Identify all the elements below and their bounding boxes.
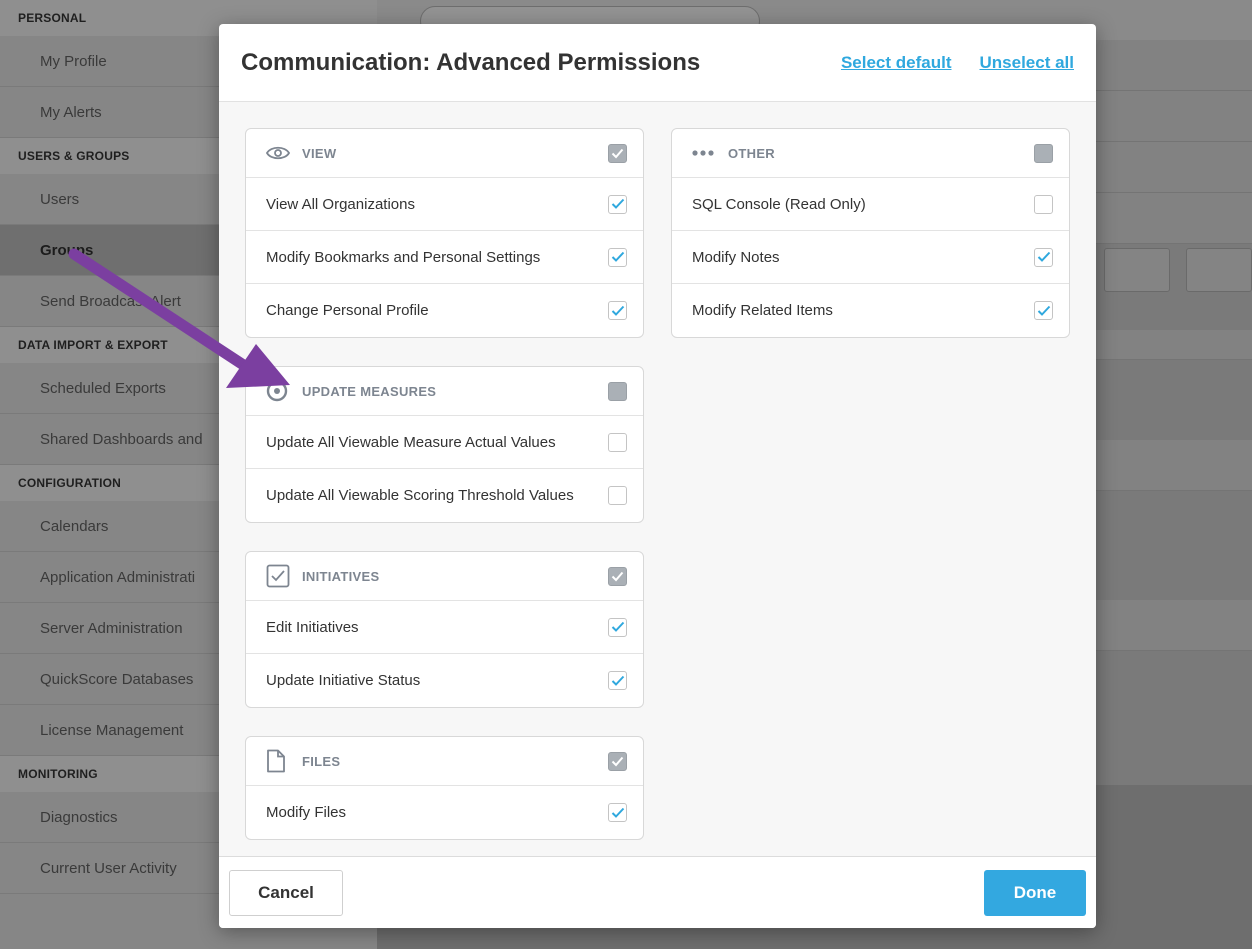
permission-row: Modify Notes	[672, 231, 1069, 284]
group-label-update-measures: UPDATE MEASURES	[302, 383, 437, 399]
permission-checkbox[interactable]	[608, 803, 627, 822]
background-field	[1186, 248, 1252, 292]
group-checkbox-update-measures[interactable]	[608, 381, 627, 401]
permission-row: View All Organizations	[246, 178, 643, 231]
permission-group-initiatives: INITIATIVES Edit Initiatives Update Init…	[245, 551, 644, 708]
dialog-footer: Cancel Done	[219, 856, 1096, 928]
group-checkbox-initiatives[interactable]	[608, 566, 627, 586]
eye-icon	[266, 145, 292, 161]
target-icon	[266, 380, 292, 402]
done-button[interactable]: Done	[984, 870, 1086, 916]
group-label-view: VIEW	[302, 145, 337, 161]
permission-row: Edit Initiatives	[246, 601, 643, 654]
dialog-header: Communication: Advanced Permissions Sele…	[219, 24, 1096, 102]
permission-label: Modify Related Items	[692, 302, 833, 319]
permission-row: Modify Bookmarks and Personal Settings	[246, 231, 643, 284]
group-label-other: OTHER	[728, 145, 775, 161]
group-checkbox-view[interactable]	[608, 143, 627, 163]
group-label-initiatives: INITIATIVES	[302, 568, 380, 584]
permission-label: Change Personal Profile	[266, 302, 429, 319]
permission-group-other: OTHER SQL Console (Read Only) Modify Not…	[671, 128, 1070, 338]
advanced-permissions-dialog: Communication: Advanced Permissions Sele…	[219, 24, 1096, 928]
permission-group-view: VIEW View All Organizations Modify Bookm…	[245, 128, 644, 338]
permission-row: Modify Files	[246, 786, 643, 839]
group-header-view: VIEW	[246, 129, 643, 178]
group-checkbox-files[interactable]	[608, 751, 627, 771]
dialog-title: Communication: Advanced Permissions	[241, 48, 701, 76]
permission-checkbox[interactable]	[1034, 247, 1053, 267]
permission-label: SQL Console (Read Only)	[692, 195, 866, 213]
group-label-files: FILES	[302, 753, 341, 769]
unselect-all-link[interactable]: Unselect all	[980, 53, 1075, 73]
permission-checkbox[interactable]	[608, 194, 627, 214]
permission-row: Modify Related Items	[672, 284, 1069, 337]
group-header-initiatives: INITIATIVES	[246, 552, 643, 601]
permission-group-files: FILES Modify Files	[245, 736, 644, 840]
permission-label: Modify Notes	[692, 248, 780, 266]
permission-checkbox[interactable]	[1034, 194, 1053, 214]
permission-label: Update All Viewable Scoring Threshold Va…	[266, 487, 574, 504]
permissions-column-left: VIEW View All Organizations Modify Bookm…	[245, 128, 644, 868]
permission-group-update-measures: UPDATE MEASURES Update All Viewable Meas…	[245, 366, 644, 523]
permission-row: Change Personal Profile	[246, 284, 643, 337]
permission-checkbox[interactable]	[608, 486, 627, 505]
permission-row: SQL Console (Read Only)	[672, 178, 1069, 231]
dialog-body: VIEW View All Organizations Modify Bookm…	[219, 102, 1096, 856]
select-default-link[interactable]: Select default	[841, 53, 952, 73]
permission-checkbox[interactable]	[1034, 301, 1053, 320]
more-dots-icon	[692, 149, 718, 157]
permission-label: View All Organizations	[266, 195, 415, 213]
group-header-other: OTHER	[672, 129, 1069, 178]
permission-row: Update Initiative Status	[246, 654, 643, 707]
permissions-column-right: OTHER SQL Console (Read Only) Modify Not…	[671, 128, 1070, 366]
cancel-button[interactable]: Cancel	[229, 870, 343, 916]
permission-label: Update Initiative Status	[266, 672, 421, 689]
permission-label: Edit Initiatives	[266, 618, 359, 636]
permission-checkbox[interactable]	[608, 301, 627, 320]
permission-checkbox[interactable]	[608, 671, 627, 690]
permission-checkbox[interactable]	[608, 432, 627, 452]
checkbox-icon	[266, 564, 292, 588]
group-header-update-measures: UPDATE MEASURES	[246, 367, 643, 416]
permission-label: Update All Viewable Measure Actual Value…	[266, 433, 556, 451]
file-icon	[266, 749, 292, 773]
permission-row: Update All Viewable Scoring Threshold Va…	[246, 469, 643, 522]
group-header-files: FILES	[246, 737, 643, 786]
permission-checkbox[interactable]	[608, 247, 627, 267]
permission-label: Modify Files	[266, 804, 347, 821]
permission-label: Modify Bookmarks and Personal Settings	[266, 248, 541, 266]
background-field	[1104, 248, 1170, 292]
permission-row: Update All Viewable Measure Actual Value…	[246, 416, 643, 469]
group-checkbox-other[interactable]	[1034, 143, 1053, 163]
permission-checkbox[interactable]	[608, 617, 627, 637]
